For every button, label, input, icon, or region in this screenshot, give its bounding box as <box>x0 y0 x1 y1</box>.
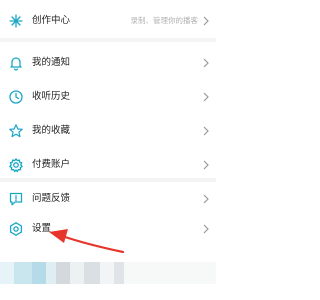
menu-item-settings[interactable]: 设置 <box>0 212 216 246</box>
chevron-right-icon <box>202 193 210 205</box>
gear-icon <box>8 157 24 173</box>
chevron-right-icon <box>202 125 210 137</box>
menu-item-label: 设置 <box>32 223 52 234</box>
menu-item-label: 付费账户 <box>32 159 71 170</box>
star-icon <box>8 123 24 139</box>
menu-item-feedback[interactable]: 问题反馈 <box>0 182 216 216</box>
bell-icon <box>8 55 24 71</box>
menu-item-create-center[interactable]: 创作中心 录制、管理你的播客 <box>0 4 216 38</box>
menu-item-label: 我的通知 <box>32 57 71 68</box>
chevron-right-icon <box>202 159 210 171</box>
menu-item-label: 我的收藏 <box>32 125 71 136</box>
feedback-icon <box>8 191 24 207</box>
menu-item-label: 问题反馈 <box>32 193 71 204</box>
separator <box>0 38 216 42</box>
menu-item-paid-account[interactable]: 付费账户 <box>0 148 216 182</box>
menu-item-label: 创作中心 <box>32 15 71 26</box>
sparkle-icon <box>8 13 24 29</box>
chevron-right-icon <box>202 91 210 103</box>
menu-item-favorites[interactable]: 我的收藏 <box>0 114 216 148</box>
hexagon-icon <box>8 221 24 237</box>
chevron-right-icon <box>202 15 210 27</box>
menu-item-hint: 录制、管理你的播客 <box>130 16 199 25</box>
chevron-right-icon <box>202 57 210 69</box>
menu-item-notifications[interactable]: 我的通知 <box>0 46 216 80</box>
chevron-right-icon <box>202 223 210 235</box>
clock-icon <box>8 89 24 105</box>
menu-item-label: 收听历史 <box>32 91 71 102</box>
blurred-banner <box>0 262 216 284</box>
menu-item-history[interactable]: 收听历史 <box>0 80 216 114</box>
